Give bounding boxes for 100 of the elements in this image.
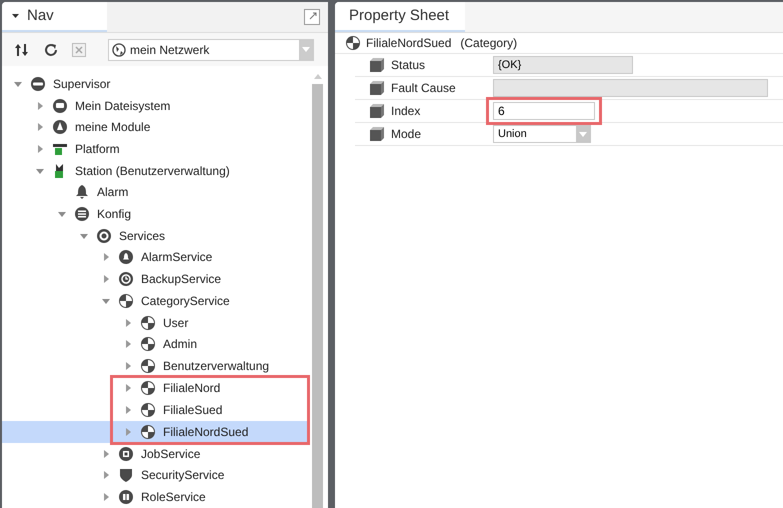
node-icon: [140, 314, 156, 331]
tree-label: Konfig: [97, 206, 132, 224]
node-icon: [52, 119, 68, 136]
mode-dropdown[interactable]: Union: [493, 125, 591, 143]
tree-row[interactable]: Platform: [2, 138, 310, 160]
tree-row[interactable]: Admin: [2, 333, 310, 356]
collapse-arrow-icon[interactable]: [57, 209, 67, 220]
node-icon: [140, 424, 156, 440]
globe-icon: [112, 42, 126, 56]
scroll-up-icon[interactable]: [314, 74, 322, 79]
tree-row[interactable]: Services: [2, 224, 310, 247]
tree-row[interactable]: FilialeNordSued: [2, 420, 310, 443]
sort-arrows-icon[interactable]: [14, 42, 30, 56]
tree-label: Alarm: [97, 184, 128, 202]
tree-label: FilialeSued: [163, 402, 222, 419]
tree-label: AlarmService: [141, 249, 212, 266]
tree-row[interactable]: JobService: [2, 442, 310, 465]
caret-icon: [579, 132, 587, 136]
tree-row[interactable]: Station (Benutzerverwaltung): [2, 160, 310, 182]
scrollbar[interactable]: [312, 73, 323, 508]
node-icon: [118, 446, 134, 462]
expand-arrow-icon[interactable]: [101, 470, 111, 480]
caret-icon: [12, 14, 19, 18]
tree-row[interactable]: BackupService: [2, 268, 310, 290]
property-icon: [369, 126, 385, 142]
readonly-field: {OK}: [493, 56, 633, 74]
nav-tab[interactable]: Nav: [2, 2, 107, 32]
caret-icon: [302, 47, 310, 52]
expand-arrow-icon[interactable]: [101, 252, 111, 262]
node-icon: [140, 402, 156, 418]
tree-row[interactable]: User: [2, 312, 310, 334]
tree-label: Station (Benutzerverwaltung): [75, 162, 230, 180]
expand-arrow-icon[interactable]: [123, 426, 133, 437]
tree-row[interactable]: SecurityService: [2, 464, 310, 486]
node-icon: [30, 76, 46, 92]
tree-row[interactable]: Alarm: [2, 182, 310, 204]
expand-arrow-icon[interactable]: [123, 318, 133, 328]
tree-row[interactable]: Supervisor: [2, 73, 310, 95]
node-icon: [140, 358, 156, 374]
expand-arrow-icon[interactable]: [35, 100, 45, 111]
expand-arrow-icon[interactable]: [123, 404, 133, 415]
tree-label: Mein Dateisystem: [75, 98, 170, 115]
tree-label: Admin: [163, 336, 198, 354]
object-type: (Category): [460, 35, 518, 52]
node-icon: [345, 35, 361, 51]
property-icon: [369, 80, 385, 96]
network-dropdown[interactable]: mein Netzwerk: [108, 38, 314, 60]
tree-label: BackupService: [141, 271, 222, 288]
node-icon: [118, 292, 134, 309]
tree-label: Supervisor: [53, 76, 110, 93]
tree-label: CategoryService: [141, 292, 230, 310]
property-icon: [369, 57, 385, 73]
tree-row[interactable]: RoleService: [2, 486, 310, 508]
tree-label: meine Module: [75, 119, 150, 136]
tree-row[interactable]: meine Module: [2, 116, 310, 138]
node-icon: [118, 467, 134, 484]
tree-label: Platform: [75, 140, 120, 158]
tree-label: FilialeNordSued: [163, 424, 248, 441]
property-label: Status: [391, 57, 426, 74]
expand-arrow-icon[interactable]: [35, 122, 45, 132]
tree-row[interactable]: FilialeSued: [2, 398, 310, 421]
node-icon: [140, 336, 156, 352]
refresh-icon[interactable]: [44, 42, 58, 56]
node-icon: [96, 228, 112, 244]
maximize-icon[interactable]: [304, 9, 320, 25]
tree-row[interactable]: Mein Dateisystem: [2, 94, 310, 116]
expand-arrow-icon[interactable]: [101, 448, 111, 459]
expand-arrow-icon[interactable]: [35, 144, 45, 154]
expand-arrow-icon[interactable]: [123, 339, 133, 350]
property-label: Index: [391, 103, 422, 120]
tree-label: JobService: [141, 446, 200, 463]
property-label: Mode: [391, 126, 422, 143]
tree-label: User: [163, 314, 188, 332]
expand-arrow-icon[interactable]: [101, 274, 111, 284]
node-icon: [52, 98, 68, 114]
node-icon: [140, 380, 156, 396]
node-icon: [74, 206, 90, 222]
tree-row[interactable]: Konfig: [2, 203, 310, 225]
node-icon: [118, 249, 134, 266]
index-field[interactable]: 6: [493, 102, 595, 120]
tree-row[interactable]: AlarmService: [2, 246, 310, 268]
property-icon: [369, 103, 385, 119]
tree-label: Benutzerverwaltung: [163, 358, 270, 375]
node-icon: [74, 184, 90, 200]
node-icon: [118, 489, 134, 506]
property-sheet-tab[interactable]: Property Sheet: [335, 2, 465, 32]
object-name: FilialeNordSued: [366, 35, 452, 52]
expand-arrow-icon[interactable]: [101, 492, 111, 502]
node-icon: [118, 271, 134, 288]
property-label: Fault Cause: [391, 80, 457, 97]
tree-row[interactable]: FilialeNord: [2, 376, 310, 399]
tree-label: RoleService: [141, 489, 206, 506]
tree-row[interactable]: CategoryService: [2, 290, 310, 312]
tree-row[interactable]: Benutzerverwaltung: [2, 355, 310, 377]
tree-label: SecurityService: [141, 467, 224, 484]
expand-arrow-icon[interactable]: [123, 382, 133, 393]
close-icon[interactable]: [72, 42, 86, 56]
tree-label: Services: [119, 228, 166, 245]
expand-arrow-icon[interactable]: [123, 360, 133, 371]
tree-label: FilialeNord: [163, 380, 220, 397]
